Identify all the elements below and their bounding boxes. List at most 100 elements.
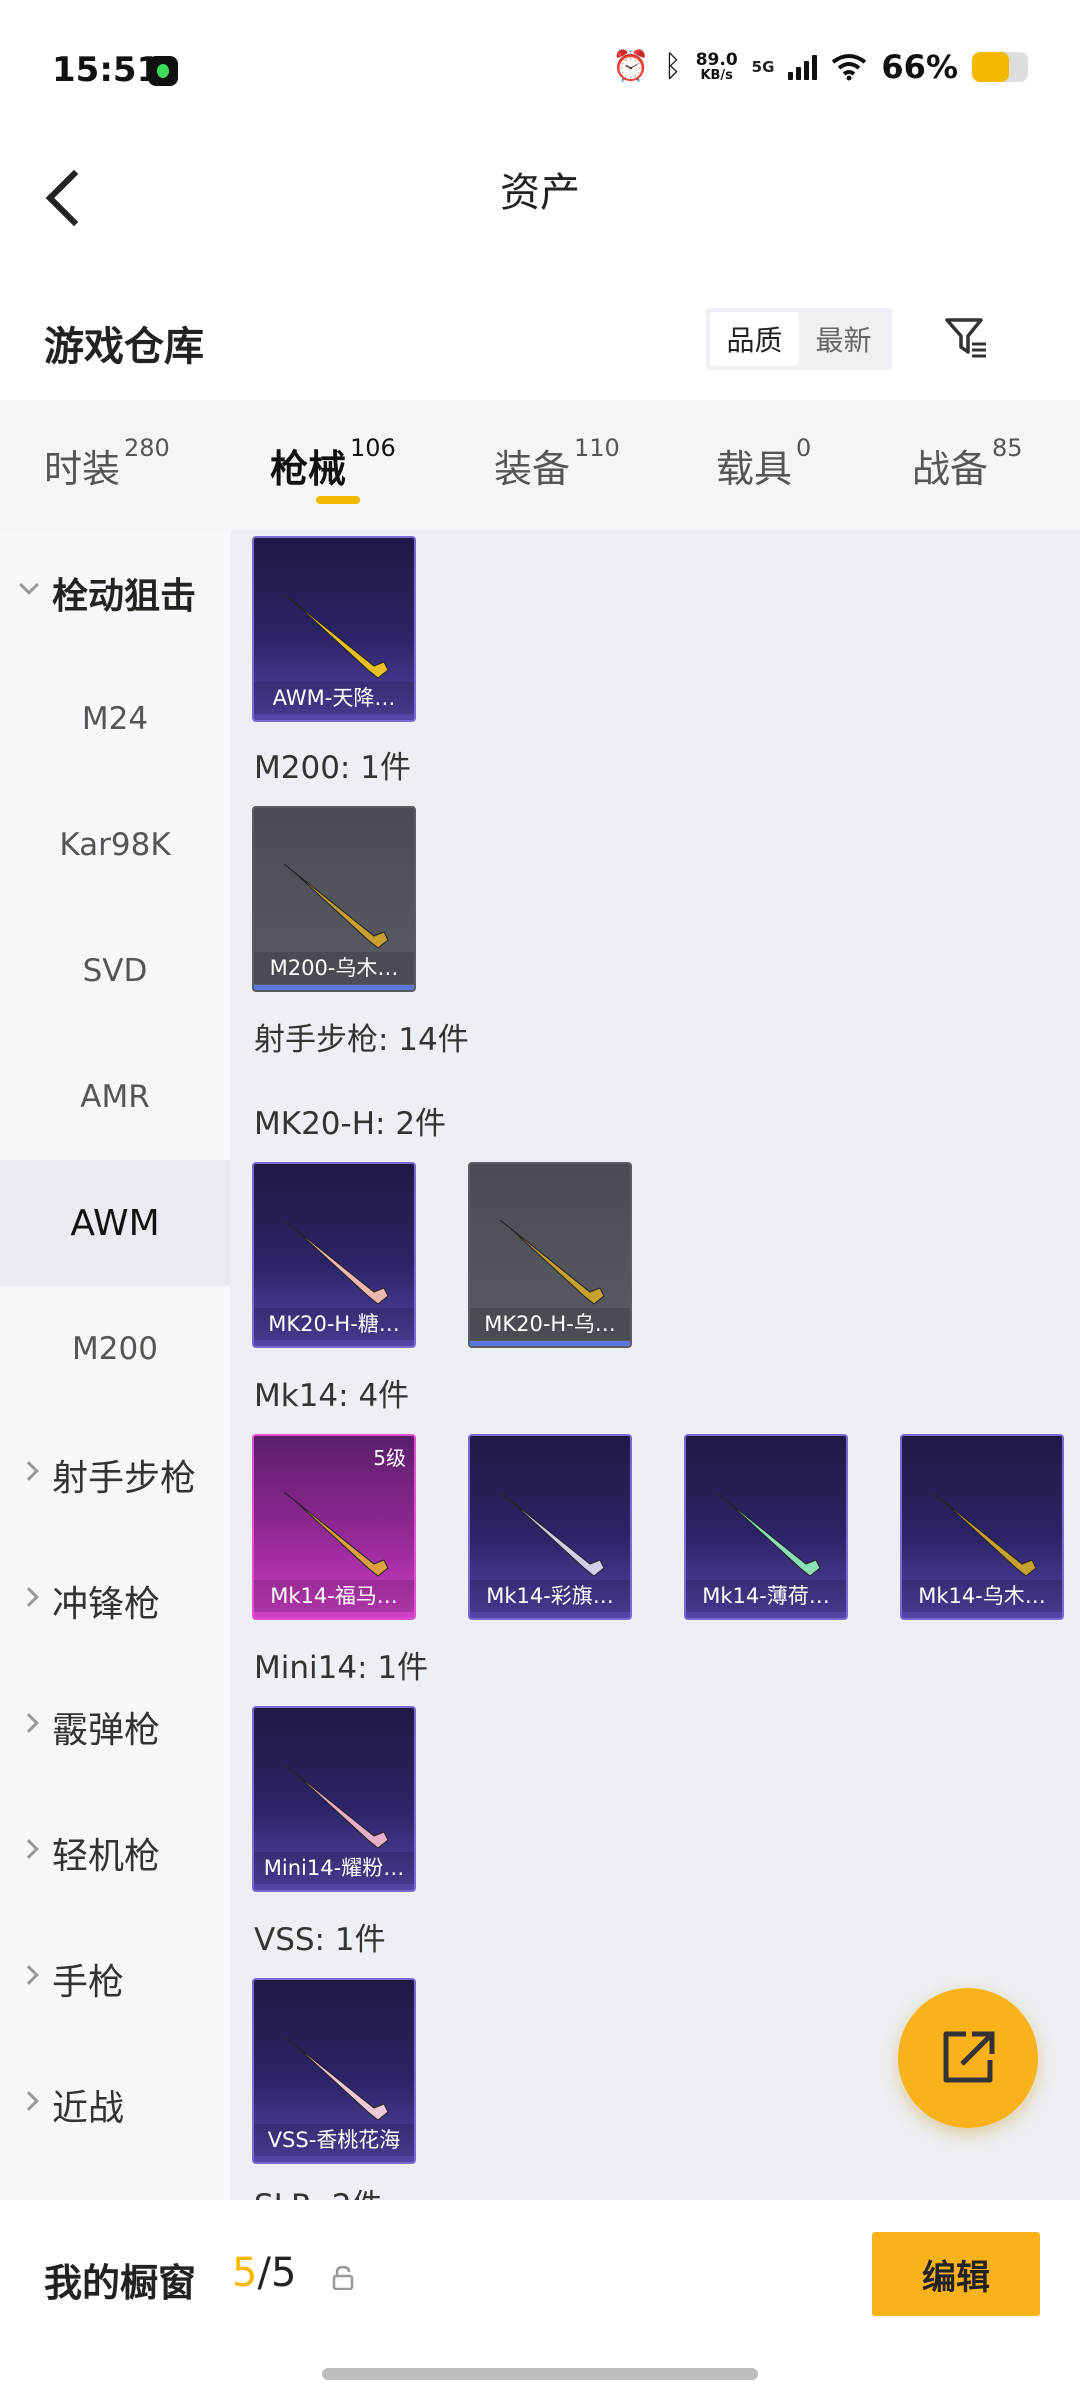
sidebar-item-melee[interactable]: 近战: [0, 2042, 230, 2168]
item-card[interactable]: Mk14-彩旗…: [468, 1434, 632, 1620]
showcase-label: 我的橱窗: [44, 2261, 197, 2305]
item-card[interactable]: VSS-香桃花海: [252, 1978, 416, 2164]
sidebar-item-label: SVD: [82, 953, 148, 989]
edit-button[interactable]: 编辑: [872, 2232, 1040, 2316]
network-label: 5G: [751, 57, 775, 76]
tab-equipment[interactable]: 装备 110: [494, 434, 620, 493]
sidebar-item-awm[interactable]: AWM: [0, 1160, 230, 1286]
item-card[interactable]: Mk14-乌木…: [900, 1434, 1064, 1620]
sidebar-item-label: 近战: [52, 2088, 125, 2129]
rifle-icon: [499, 1219, 605, 1305]
item-card[interactable]: 5级 Mk14-福马…: [252, 1434, 416, 1620]
tab-label: 枪械: [270, 447, 347, 491]
sidebar-item-label: M24: [81, 701, 149, 737]
item-card-label: Mk14-薄荷…: [686, 1580, 846, 1612]
section-header: 射手步枪: 14件: [254, 1022, 469, 1058]
item-card-label: MK20-H-乌…: [470, 1308, 630, 1340]
item-card-label: AWM-天降…: [254, 682, 414, 714]
sidebar-item-label: 冲锋枪: [52, 1584, 161, 1625]
sort-option-quality[interactable]: 品质: [710, 312, 799, 366]
tab-firearms[interactable]: 枪械 106: [270, 434, 396, 493]
net-speed-unit: KB/s: [700, 68, 733, 83]
status-icons: ⏰ ᛒ 89.0 KB/s 5G 66%: [612, 48, 1028, 86]
item-card[interactable]: AWM-天降…: [252, 536, 416, 722]
sidebar-item-smg[interactable]: 冲锋枪: [0, 1538, 230, 1664]
sidebar-item-shotgun[interactable]: 霰弹枪: [0, 1664, 230, 1790]
tab-supplies[interactable]: 战备 85: [912, 434, 1023, 493]
home-indicator[interactable]: [322, 2368, 758, 2380]
app-notification-icon: [148, 56, 178, 86]
sidebar-item-lmg[interactable]: 轻机枪: [0, 1790, 230, 1916]
rifle-icon: [283, 863, 389, 949]
sidebar-item-label: AMR: [80, 1079, 150, 1115]
item-card-label: M200-乌木…: [254, 952, 414, 984]
sidebar-item-label: 栓动狙击: [52, 576, 197, 617]
tab-label: 载具: [716, 447, 793, 491]
sidebar-item-m24[interactable]: M24: [0, 656, 230, 782]
sidebar-item-bolt-sniper[interactable]: 栓动狙击: [0, 530, 230, 656]
tab-label: 战备: [912, 447, 989, 491]
tab-count: 0: [796, 434, 812, 462]
share-icon: [943, 2031, 995, 2083]
chevron-right-icon: [19, 2091, 39, 2111]
network-type: 5G: [751, 57, 775, 76]
battery-icon: [972, 52, 1028, 82]
bluetooth-icon: ᛒ: [663, 49, 682, 84]
filter-button[interactable]: [940, 312, 1000, 368]
item-card-label: VSS-香桃花海: [254, 2124, 414, 2156]
tab-vehicles[interactable]: 载具 0: [716, 434, 811, 493]
sidebar-item-m200[interactable]: M200: [0, 1286, 230, 1412]
showcase-count: 5/5: [232, 2250, 296, 2296]
filter-icon: [945, 318, 986, 358]
section-header: VSS: 1件: [254, 1922, 386, 1958]
chevron-right-icon: [19, 1587, 39, 1607]
section-header: MK20-H: 2件: [254, 1106, 447, 1142]
item-card[interactable]: M200-乌木…: [252, 806, 416, 992]
item-card-label: Mini14-耀粉…: [254, 1852, 414, 1884]
item-list: AWM-天降… M200: 1件 M200-乌木… 射手步枪: 14件 MK20…: [230, 530, 1080, 2200]
bottom-bar: 我的橱窗 5/5 编辑: [0, 2200, 1080, 2400]
showcase-separator: /: [257, 2250, 271, 2296]
tab-active-indicator: [316, 496, 360, 504]
sidebar-item-label: AWM: [70, 1202, 160, 1244]
alarm-icon: ⏰: [612, 49, 650, 84]
sidebar-item-amr[interactable]: AMR: [0, 1034, 230, 1160]
signal-icon: [788, 54, 818, 80]
tab-count: 110: [574, 434, 620, 462]
rifle-icon: [499, 1491, 605, 1577]
sidebar-item-pistol[interactable]: 手枪: [0, 1916, 230, 2042]
item-card-label: Mk14-彩旗…: [470, 1580, 630, 1612]
net-speed: 89.0 KB/s: [695, 50, 738, 83]
tab-count: 106: [350, 434, 396, 462]
share-button[interactable]: [898, 1988, 1038, 2128]
warehouse-title: 游戏仓库: [44, 324, 204, 370]
sidebar-item-label: 霰弹枪: [52, 1710, 161, 1751]
item-card[interactable]: Mk14-薄荷…: [684, 1434, 848, 1620]
rifle-icon: [283, 2035, 389, 2121]
status-bar: 15:51 ⏰ ᛒ 89.0 KB/s 5G 66%: [0, 0, 1080, 140]
sidebar-item-label: M200: [72, 1331, 158, 1367]
tab-count: 280: [124, 434, 170, 462]
net-speed-value: 89.0: [695, 50, 738, 70]
rifle-icon: [283, 1491, 389, 1577]
tab-fashion[interactable]: 时装 280: [44, 434, 170, 493]
tab-label: 时装: [44, 447, 121, 491]
sidebar-item-svd[interactable]: SVD: [0, 908, 230, 1034]
item-card[interactable]: MK20-H-乌…: [468, 1162, 632, 1348]
lock-icon: [332, 2266, 354, 2290]
item-level-badge: 5级: [373, 1446, 406, 1470]
weapon-category-sidebar: 栓动狙击 M24 Kar98K SVD AMR AWM M200 射手步枪 冲锋…: [0, 530, 230, 2200]
battery-percent: 66%: [881, 48, 958, 86]
sidebar-item-kar98k[interactable]: Kar98K: [0, 782, 230, 908]
sidebar-item-marksman-rifle[interactable]: 射手步枪: [0, 1412, 230, 1538]
sort-option-newest[interactable]: 最新: [799, 312, 888, 366]
item-card[interactable]: MK20-H-糖…: [252, 1162, 416, 1348]
wifi-icon: [832, 54, 867, 81]
chevron-right-icon: [19, 1713, 39, 1733]
item-card[interactable]: Mini14-耀粉…: [252, 1706, 416, 1892]
sort-toggle: 品质 最新: [706, 308, 892, 370]
rifle-icon: [283, 593, 389, 679]
rifle-icon: [931, 1491, 1037, 1577]
top-header: 资产: [0, 140, 1080, 270]
sidebar-item-label: 轻机枪: [52, 1836, 161, 1877]
